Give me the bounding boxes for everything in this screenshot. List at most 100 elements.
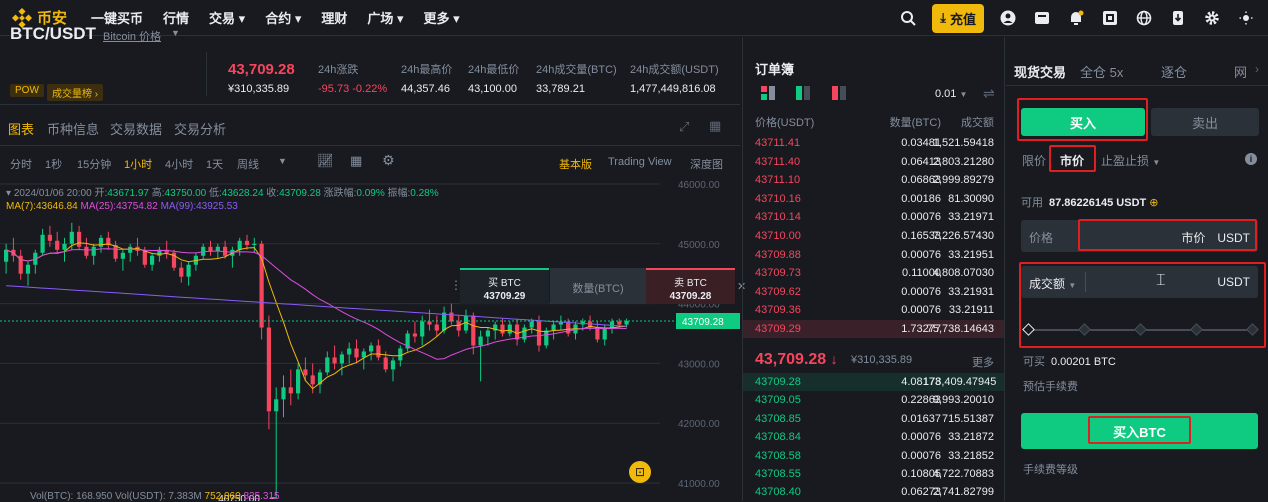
tf-15m[interactable]: 15分钟 <box>77 156 111 172</box>
tab-isolated[interactable]: 逐仓 <box>1161 62 1187 81</box>
gear-icon[interactable] <box>1202 8 1222 28</box>
pair-price-link[interactable]: Bitcoin 价格 <box>103 28 161 44</box>
nav-square[interactable]: 广场 ▾ <box>367 8 403 27</box>
candle-body <box>383 357 388 370</box>
chevron-down-icon[interactable]: ▼ <box>278 156 287 166</box>
chevron-down-icon[interactable]: ▼ <box>171 28 180 38</box>
buy-btc-button[interactable]: 买入BTC <box>1021 413 1258 449</box>
tf-1d[interactable]: 1天 <box>206 156 223 172</box>
ask-row[interactable]: 43709.73 0.11000 4,808.07030 <box>743 264 1004 282</box>
mode-basic[interactable]: 基本版 <box>559 156 592 172</box>
order-type-stop[interactable]: 止盈止损 ▼ <box>1101 152 1160 169</box>
nav-earn[interactable]: 理财 <box>321 8 347 27</box>
amount-type-select[interactable]: 成交额 ▼ <box>1029 275 1076 292</box>
bid-row[interactable]: 43709.05 0.22863 9,993.20010 <box>743 391 1004 409</box>
ask-row[interactable]: 43709.88 0.00076 33.21951 <box>743 246 1004 264</box>
candle-body <box>449 312 454 322</box>
chevron-right-icon[interactable]: › <box>1255 62 1259 76</box>
ask-row[interactable]: 43709.29 1.73277 75,738.14643 <box>743 320 1004 338</box>
ask-row[interactable]: 43709.62 0.00076 33.21931 <box>743 283 1004 301</box>
volume-rank-tag[interactable]: 成交量榜 › <box>47 84 104 101</box>
quick-qty-input[interactable]: 数量(BTC) <box>550 268 646 304</box>
tab-cross[interactable]: 全仓 5x <box>1080 62 1123 81</box>
order-type-limit[interactable]: 限价 <box>1022 152 1046 169</box>
tab-chart[interactable]: 图表 <box>8 119 34 138</box>
tf-time[interactable]: 分时 <box>10 156 32 172</box>
tf-4h[interactable]: 4小时 <box>165 156 193 172</box>
nav-trade[interactable]: 交易 ▾ <box>209 8 245 27</box>
gift-icon[interactable]: ⊡ <box>629 461 651 483</box>
price-field[interactable]: 价格 市价 USDT <box>1021 220 1258 252</box>
nav-markets[interactable]: 行情 <box>163 8 189 27</box>
pair-name[interactable]: BTC/USDT <box>10 24 96 44</box>
ask-row[interactable]: 43711.41 0.03481 1,521.59418 <box>743 134 1004 152</box>
tab-spot[interactable]: 现货交易 <box>1014 62 1066 81</box>
nav-futures[interactable]: 合约 ▾ <box>265 8 301 27</box>
ask-row[interactable]: 43710.00 0.16533 7,226.57430 <box>743 227 1004 245</box>
ask-row[interactable]: 43711.40 0.06413 2,803.21280 <box>743 153 1004 171</box>
ask-row[interactable]: 43711.10 0.06863 2,999.89279 <box>743 171 1004 189</box>
timeframe-bar: 分时 1秒 15分钟 1小时 4小时 1天 周线 ▼ 📈︎ ▦ ⚙ 基本版 Tr… <box>0 148 740 176</box>
layout-icon[interactable]: ▦ <box>709 118 721 134</box>
bid-row[interactable]: 43708.55 0.10805 4,722.70883 <box>743 465 1004 483</box>
more-link[interactable]: 更多 <box>972 354 994 370</box>
orderbook-asks-icon[interactable] <box>832 86 846 103</box>
candle-body <box>266 327 271 412</box>
bid-row[interactable]: 43709.28 4.08173 178,409.47945 <box>743 373 1004 391</box>
scan-icon[interactable] <box>1100 8 1120 28</box>
tab-coin-info[interactable]: 币种信息 <box>47 119 99 138</box>
mode-depth[interactable]: 深度图 <box>690 156 723 172</box>
tab-trade-data[interactable]: 交易数据 <box>110 119 162 138</box>
orderbook-both-icon[interactable] <box>761 86 775 103</box>
user-icon[interactable] <box>998 8 1018 28</box>
tab-analysis[interactable]: 交易分析 <box>174 119 226 138</box>
tab-grid[interactable]: 网 <box>1234 62 1247 81</box>
candle-body <box>150 255 155 265</box>
info-icon[interactable]: i <box>1245 153 1257 165</box>
filter-icon[interactable]: ⇌ <box>983 85 995 102</box>
candlestick-chart[interactable]: 46000.00 45000.00 44000.00 43000.00 42000.00… <box>0 178 740 501</box>
tf-1h[interactable]: 1小时 <box>124 156 152 172</box>
candle-body <box>25 264 31 274</box>
collapse-icon[interactable]: ▾ <box>6 188 11 199</box>
wallet-icon[interactable] <box>1032 8 1052 28</box>
bell-icon[interactable] <box>1066 8 1086 28</box>
tf-week[interactable]: 周线 <box>237 156 259 172</box>
theme-icon[interactable] <box>1236 8 1256 28</box>
search-icon[interactable] <box>898 8 918 28</box>
deposit-button[interactable]: ⤓ 充值 <box>932 3 984 33</box>
main-nav: 一键买币 行情 交易 ▾ 合约 ▾ 理财 广场 ▾ 更多 ▾ <box>91 8 460 27</box>
quick-buy-button[interactable]: 买 BTC 43709.29 <box>460 268 549 304</box>
candle-body <box>420 321 425 337</box>
candle-body <box>142 250 147 265</box>
indicator-icon[interactable]: 📈︎ <box>317 153 334 169</box>
orderbook-bids-icon[interactable] <box>796 86 810 103</box>
download-app-icon[interactable] <box>1168 8 1188 28</box>
order-type-market[interactable]: 市价 <box>1060 152 1084 169</box>
bid-row[interactable]: 43708.84 0.00076 33.21872 <box>743 428 1004 446</box>
quick-sell-button[interactable]: 卖 BTC 43709.28 <box>646 268 735 304</box>
amount-field[interactable]: 成交额 ▼ ⌶ USDT <box>1021 266 1258 298</box>
grid-icon[interactable]: ▦ <box>350 153 362 169</box>
ask-row[interactable]: 43710.14 0.00076 33.21971 <box>743 208 1004 226</box>
settings-icon[interactable]: ⚙ <box>382 152 395 169</box>
nav-more[interactable]: 更多 ▾ <box>424 8 460 27</box>
amount-slider[interactable] <box>1022 323 1259 336</box>
nav-quick-buy[interactable]: 一键买币 <box>91 8 143 27</box>
mode-tradingview[interactable]: Trading View <box>608 156 672 168</box>
download-icon: ⤓ <box>940 10 946 25</box>
precision-select[interactable]: 0.01 ▼ <box>935 88 967 100</box>
globe-icon[interactable] <box>1134 8 1154 28</box>
ma-readout: MA(7):43646.84 MA(25):43754.82 MA(99):43… <box>6 201 238 212</box>
bid-row[interactable]: 43708.40 0.06273 2,741.82799 <box>743 483 1004 501</box>
ask-row[interactable]: 43709.36 0.00076 33.21911 <box>743 301 1004 319</box>
add-funds-icon[interactable]: ⊕ <box>1149 197 1158 209</box>
ask-row[interactable]: 43710.16 0.00186 81.30090 <box>743 190 1004 208</box>
sell-tab-button[interactable]: 卖出 <box>1151 108 1259 136</box>
fee-level-link[interactable]: 手续费等级 <box>1023 461 1078 477</box>
tf-1s[interactable]: 1秒 <box>45 156 62 172</box>
bid-row[interactable]: 43708.85 0.01637 715.51387 <box>743 410 1004 428</box>
expand-icon[interactable]: ⤢ <box>679 119 689 135</box>
buy-tab-button[interactable]: 买入 <box>1021 108 1145 136</box>
bid-row[interactable]: 43708.58 0.00076 33.21852 <box>743 447 1004 465</box>
